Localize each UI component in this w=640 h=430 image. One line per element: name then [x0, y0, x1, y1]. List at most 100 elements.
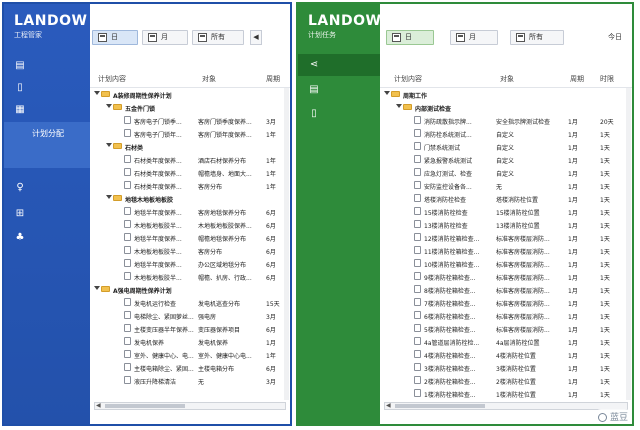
- row-time-limit: 1天: [600, 275, 610, 282]
- row-object: 客房分布: [198, 249, 223, 256]
- scroll-thumb[interactable]: [395, 404, 485, 408]
- table-row[interactable]: 客房电子门锁季... 客房门锁季度保养... 3月: [90, 114, 290, 127]
- table-row[interactable]: 3楼消防栓箱检查... 3楼消防栓位置 1月 1天: [380, 361, 632, 374]
- expand-triangle-icon[interactable]: [384, 91, 390, 95]
- view-all-button[interactable]: 所有: [510, 30, 564, 45]
- row-object: 主楼电箱分布: [198, 366, 235, 373]
- scroll-thumb[interactable]: [105, 404, 185, 408]
- left-vertical-scrollbar[interactable]: [284, 88, 289, 400]
- tree-group-row[interactable]: 五金件门锁: [90, 101, 290, 114]
- tree-group-row[interactable]: 石材类: [90, 140, 290, 153]
- row-content: 石材类年度保养...: [134, 184, 182, 191]
- lightbulb-icon[interactable]: ♀: [14, 182, 26, 194]
- doc-edit-icon[interactable]: ▤: [14, 60, 26, 72]
- table-row[interactable]: 石材类年度保养... 酒店石材保养分布 1年: [90, 153, 290, 166]
- table-row[interactable]: 石材类年度保养... 客房分布 1年: [90, 179, 290, 192]
- left-horizontal-scrollbar[interactable]: ◀: [94, 402, 286, 410]
- list-icon[interactable]: ▤: [308, 84, 320, 96]
- table-row[interactable]: 6楼消防栓箱检查... 标准客房楼层消防... 1月 1天: [380, 309, 632, 322]
- row-content: 13楼消防栓检查: [424, 223, 468, 230]
- table-row[interactable]: 主楼变压器半年保养... 变压器保养项目 6月: [90, 322, 290, 335]
- table-row[interactable]: 消防疏散指示牌... 安全指示牌测试检查 1月 20天: [380, 114, 632, 127]
- table-row[interactable]: 电梯除尘、紧固萝丝... 强电房 3月: [90, 309, 290, 322]
- watermark-text: 蓝豆: [609, 413, 628, 423]
- header-object: 对象: [500, 75, 514, 83]
- document-icon: [414, 389, 421, 397]
- tree-group-row[interactable]: 地毯木地板地板胶: [90, 192, 290, 205]
- table-row[interactable]: 15楼消防栓检查 15楼消防栓位置 1月 1天: [380, 205, 632, 218]
- table-row[interactable]: 2楼消防栓箱检查... 2楼消防栓位置 1月 1天: [380, 374, 632, 387]
- view-all-button[interactable]: 所有: [192, 30, 244, 45]
- document-icon[interactable]: ▯: [14, 82, 26, 94]
- table-row[interactable]: 石材类年度保养... 帽檐墙身、地面大... 1年: [90, 166, 290, 179]
- table-row[interactable]: 4楼消防栓箱检查... 4楼消防栓位置 1月 1天: [380, 348, 632, 361]
- view-month-button[interactable]: 月: [450, 30, 498, 45]
- table-row[interactable]: 10楼消防栓箱检查... 标准客房楼层消防... 1月 1天: [380, 257, 632, 270]
- table-row[interactable]: 发电机运行检查 发电机巡查分布 15天: [90, 296, 290, 309]
- left-app-window: LANDOW 工程管家 ▤ ▯ ▦ 计划分配 ♀ ⊞ ♣ 日 月 所有 ◀ 计划…: [2, 2, 292, 426]
- users-icon[interactable]: ♣: [14, 232, 26, 244]
- row-time-limit: 20天: [600, 119, 614, 126]
- row-time-limit: 1天: [600, 171, 610, 178]
- table-row[interactable]: 塔楼消防栓检查 塔楼消防栓位置 1月 1天: [380, 192, 632, 205]
- sidebar-item-plan-allocation[interactable]: 计划分配: [4, 122, 90, 168]
- table-row[interactable]: 7楼消防栓箱检查... 标准客房楼层消防... 1月 1天: [380, 296, 632, 309]
- table-row[interactable]: 12楼消防栓箱检查... 标准客房楼层消防... 1月 1天: [380, 231, 632, 244]
- right-vertical-scrollbar[interactable]: [626, 88, 631, 400]
- calendar-icon[interactable]: ▦: [14, 104, 26, 116]
- table-row[interactable]: 地毯半年度保养... 办公区域地毯分布 6月: [90, 257, 290, 270]
- document-icon: [124, 207, 131, 215]
- table-row[interactable]: 13楼消防栓检查 13楼消防栓位置 1月 1天: [380, 218, 632, 231]
- expand-triangle-icon[interactable]: [94, 91, 100, 95]
- table-row[interactable]: 木地板地板胶半... 木地板地板胶保养... 6月: [90, 218, 290, 231]
- document-icon[interactable]: ▯: [308, 108, 320, 120]
- table-row[interactable]: 紧急报警系统测试 自定义 1月 1天: [380, 153, 632, 166]
- row-period: 1月: [568, 288, 578, 295]
- view-month-label: 月: [469, 33, 476, 41]
- right-horizontal-scrollbar[interactable]: ◀: [384, 402, 628, 410]
- table-row[interactable]: 主楼电箱除尘、紧固... 主楼电箱分布 6月: [90, 361, 290, 374]
- sidebar-item-share[interactable]: ⋖: [298, 54, 380, 76]
- table-row[interactable]: 4a管道层消防栓检... 4a层消防栓位置 1月 1天: [380, 335, 632, 348]
- table-row[interactable]: 室外、健康中心、电... 室外、健康中心电... 1年: [90, 348, 290, 361]
- prev-arrow-button[interactable]: ◀: [250, 30, 262, 45]
- tree-group-row[interactable]: A装修周期性保养计划: [90, 88, 290, 101]
- tree-group-row[interactable]: A强电周期性保养计划: [90, 283, 290, 296]
- table-row[interactable]: 1楼消防栓箱检查... 1楼消防栓位置 1月 1天: [380, 387, 632, 400]
- expand-triangle-icon[interactable]: [106, 195, 112, 199]
- table-row[interactable]: 消防栓系统测试... 自定义 1月 1天: [380, 127, 632, 140]
- table-row[interactable]: 液压升降梯清洁 无 3月: [90, 374, 290, 387]
- row-object: 帽檐地毯保养分布: [198, 236, 247, 243]
- view-day-button[interactable]: 日: [92, 30, 138, 45]
- row-time-limit: 1天: [600, 145, 610, 152]
- table-row[interactable]: 地毯半年度保养... 客房地毯保养分布 6月: [90, 205, 290, 218]
- scroll-left-arrow-icon[interactable]: ◀: [96, 402, 101, 409]
- today-button[interactable]: 今日: [608, 30, 622, 45]
- table-row[interactable]: 客房电子门锁年... 客房门锁年度保养... 1年: [90, 127, 290, 140]
- row-period: 6月: [266, 223, 276, 230]
- table-row[interactable]: 5楼消防栓箱检查... 标准客房楼层消防... 1月 1天: [380, 322, 632, 335]
- table-row[interactable]: 安防监控设备各... 无 1月 1天: [380, 179, 632, 192]
- view-day-button[interactable]: 日: [386, 30, 434, 45]
- expand-triangle-icon[interactable]: [396, 104, 402, 108]
- table-row[interactable]: 9楼消防栓箱检查... 标准客房楼层消防... 1月 1天: [380, 270, 632, 283]
- expand-triangle-icon[interactable]: [94, 286, 100, 290]
- row-period: 1月: [568, 327, 578, 334]
- tree-group-row[interactable]: 周期工作: [380, 88, 632, 101]
- scroll-left-arrow-icon[interactable]: ◀: [386, 402, 391, 409]
- view-month-button[interactable]: 月: [142, 30, 188, 45]
- table-row[interactable]: 门禁系统测试 自定义 1月 1天: [380, 140, 632, 153]
- calendar-icon: [148, 33, 157, 42]
- row-object: 2楼消防栓位置: [496, 379, 536, 386]
- tree-group-row[interactable]: 内部测试检查: [380, 101, 632, 114]
- table-row[interactable]: 8楼消防栓箱检查... 标准客房楼层消防... 1月 1天: [380, 283, 632, 296]
- table-row[interactable]: 应急灯测试、检查 自定义 1月 1天: [380, 166, 632, 179]
- table-row[interactable]: 木地板地板胶半... 帽檐、扒房、行政... 6月: [90, 270, 290, 283]
- table-row[interactable]: 木地板地板胶半... 客房分布 6月: [90, 244, 290, 257]
- table-row[interactable]: 发电机保养 发电机保养 1月: [90, 335, 290, 348]
- cart-icon[interactable]: ⊞: [14, 208, 26, 220]
- table-row[interactable]: 地毯半年度保养... 帽檐地毯保养分布 6月: [90, 231, 290, 244]
- table-row[interactable]: 11楼消防栓箱检查... 标准客房楼层消防... 1月 1天: [380, 244, 632, 257]
- expand-triangle-icon[interactable]: [106, 104, 112, 108]
- expand-triangle-icon[interactable]: [106, 143, 112, 147]
